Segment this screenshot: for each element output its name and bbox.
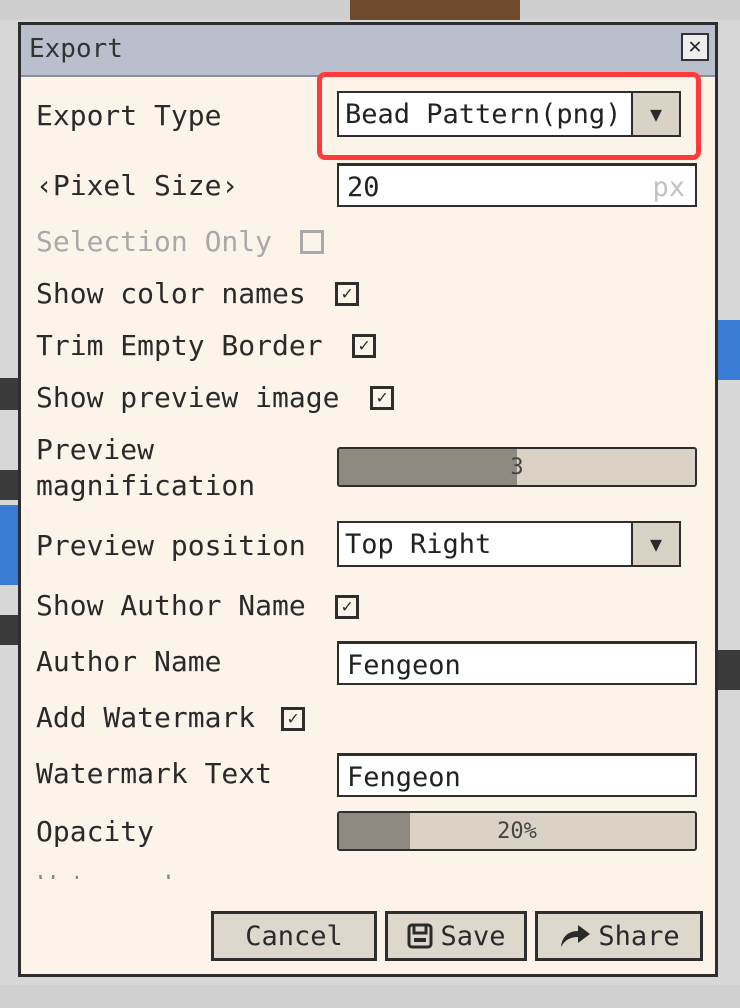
cancel-button[interactable]: Cancel — [211, 911, 377, 961]
author-name-value: Fengeon — [347, 650, 461, 681]
show-color-names-checkbox[interactable]: ✓ — [335, 282, 359, 306]
pixel-size-input[interactable]: 20 px — [337, 163, 697, 207]
selection-only-label: Selection Only — [36, 225, 273, 258]
opacity-slider[interactable]: 20% — [337, 811, 697, 851]
check-icon: ✓ — [341, 596, 353, 617]
export-dialog: Export ✕ Export Type Bead Pattern(png) ▼… — [18, 22, 718, 977]
cancel-button-label: Cancel — [245, 920, 343, 952]
background-stripe — [718, 650, 740, 690]
show-color-names-label: Show color names — [36, 277, 306, 310]
watermark-text-label: Watermark Text — [36, 757, 273, 790]
check-icon: ✓ — [376, 387, 388, 408]
preview-magnification-label-line1: Preview — [36, 433, 155, 466]
share-button[interactable]: Share — [535, 911, 703, 961]
preview-position-label: Preview position — [36, 529, 306, 562]
truncated-row-label: Watermark — [39, 871, 199, 879]
pixel-size-value: 20 — [347, 172, 380, 203]
preview-position-select[interactable]: Top Right ▼ — [337, 521, 681, 567]
trim-empty-border-checkbox[interactable]: ✓ — [352, 334, 376, 358]
export-type-label: Export Type — [36, 99, 222, 132]
selection-only-checkbox[interactable] — [300, 230, 324, 254]
opacity-label: Opacity — [36, 815, 155, 848]
preview-position-value: Top Right — [345, 529, 492, 560]
author-name-label: Author Name — [36, 645, 222, 678]
save-button[interactable]: Save — [385, 911, 527, 961]
watermark-text-value: Fengeon — [347, 762, 461, 793]
dialog-titlebar: Export ✕ — [21, 25, 715, 77]
show-preview-image-label: Show preview image — [36, 381, 340, 414]
dialog-title: Export — [29, 34, 123, 64]
add-watermark-label: Add Watermark — [36, 701, 256, 734]
background-app-bottom — [0, 985, 740, 1008]
background-stripe — [0, 470, 18, 500]
opacity-value: 20% — [497, 819, 537, 844]
background-blue-panel — [718, 320, 740, 380]
share-arrow-icon — [558, 922, 592, 950]
check-icon: ✓ — [341, 283, 353, 304]
preview-magnification-label-line2: magnification — [36, 469, 256, 502]
close-icon: ✕ — [688, 34, 702, 59]
background-blue-panel — [0, 505, 18, 585]
add-watermark-checkbox[interactable]: ✓ — [281, 707, 305, 731]
share-button-label: Share — [598, 920, 680, 952]
export-type-value: Bead Pattern(png) — [345, 99, 622, 130]
show-preview-image-checkbox[interactable]: ✓ — [370, 386, 394, 410]
check-icon: ✓ — [287, 708, 299, 729]
trim-empty-border-label: Trim Empty Border — [36, 329, 323, 362]
floppy-disk-icon — [406, 922, 434, 950]
pixel-size-unit: px — [652, 172, 685, 203]
preview-magnification-value: 3 — [510, 455, 524, 480]
background-stripe — [0, 615, 18, 645]
pixel-size-label: ‹Pixel Size› — [36, 169, 239, 202]
dropdown-arrow-icon[interactable]: ▼ — [631, 93, 679, 135]
background-stripe — [0, 378, 18, 410]
author-name-input[interactable]: Fengeon — [337, 641, 697, 685]
show-author-name-checkbox[interactable]: ✓ — [335, 595, 359, 619]
show-author-name-label: Show Author Name — [36, 589, 306, 622]
watermark-text-input[interactable]: Fengeon — [337, 753, 697, 797]
save-button-label: Save — [440, 920, 506, 952]
background-canvas-fragment — [350, 0, 520, 20]
export-type-select[interactable]: Bead Pattern(png) ▼ — [337, 91, 681, 137]
dropdown-arrow-icon[interactable]: ▼ — [631, 523, 679, 565]
check-icon: ✓ — [358, 335, 370, 356]
preview-magnification-slider[interactable]: 3 — [337, 447, 697, 487]
close-button[interactable]: ✕ — [681, 33, 709, 61]
